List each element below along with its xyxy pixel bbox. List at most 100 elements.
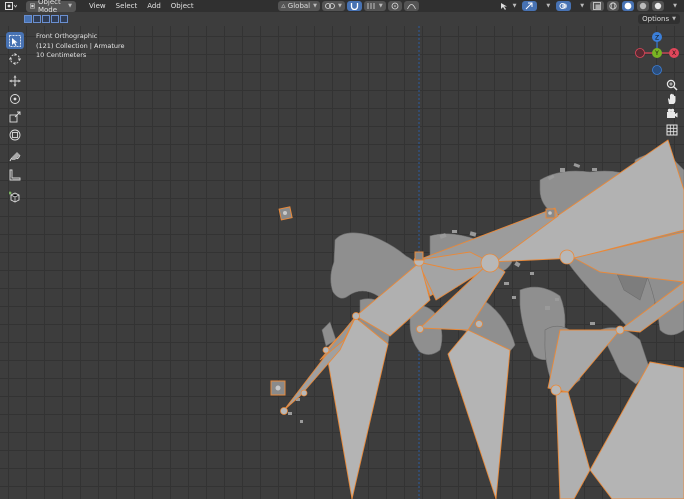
options-dropdown[interactable]: Options ▼ (638, 14, 680, 24)
overlays-icon (559, 2, 568, 10)
gizmo-toggle[interactable] (522, 1, 538, 11)
select-box-icon (9, 34, 21, 47)
magnet-icon (350, 3, 359, 10)
toolbar (6, 32, 24, 205)
pivot-icon (325, 3, 335, 9)
armature-scene[interactable] (0, 26, 684, 499)
options-label: Options (642, 15, 670, 23)
viewport-display-tools: ▼ ▼ ▼ ▼ (497, 0, 680, 12)
shading-wireframe[interactable] (607, 1, 620, 11)
viewport-info: Front Orthographic (121) Collection | Ar… (36, 32, 125, 61)
add-cube-icon (9, 191, 20, 203)
shading-dropdown[interactable]: ▼ (667, 1, 680, 11)
chevron-down-icon: ▼ (313, 3, 317, 9)
measure-tool[interactable] (6, 166, 24, 183)
zoom-button[interactable] (665, 78, 679, 92)
camera-icon (667, 108, 678, 118)
add-cube-tool[interactable] (6, 188, 24, 205)
wireframe-sphere-icon (609, 2, 617, 10)
overlays-toggle[interactable] (556, 1, 572, 11)
transform-tools: Global ▼ ▼ ▼ (278, 0, 419, 12)
proportional-edit-icon (391, 2, 399, 10)
chevron-down-icon: ▼ (378, 3, 383, 9)
scale-icon (9, 111, 21, 122)
neg-x-axis-bubble (635, 48, 645, 58)
menu-add[interactable]: Add (144, 1, 164, 12)
shading-solid[interactable] (622, 1, 635, 11)
selection-mode-group (24, 15, 68, 23)
shading-rendered[interactable] (652, 1, 665, 11)
toolbar-gap (6, 68, 24, 71)
select-new-button[interactable] (24, 15, 32, 23)
transform-tool[interactable] (6, 126, 24, 143)
viewport-header: Object Mode ▼ View Select Add Object Glo… (0, 0, 684, 14)
cursor-3d-icon (9, 52, 21, 65)
select-invert-button[interactable] (51, 15, 59, 23)
interaction-mode-dropdown[interactable]: Object Mode ▼ (26, 0, 76, 14)
proportional-editing-toggle[interactable] (387, 1, 402, 11)
move-icon (9, 75, 21, 86)
menu-view[interactable]: View (86, 1, 109, 12)
falloff-curve-icon (406, 4, 416, 10)
rotate-tool[interactable] (6, 90, 24, 107)
rendered-sphere-icon (654, 2, 662, 10)
pan-button[interactable] (665, 92, 679, 106)
object-mode-icon (30, 3, 35, 9)
pivot-point-dropdown[interactable]: ▼ (322, 1, 345, 11)
editor-type-button[interactable] (2, 1, 20, 12)
menu-select[interactable]: Select (113, 1, 141, 12)
zoom-magnifier-icon (666, 79, 678, 91)
active-collection: (121) Collection | Armature (36, 41, 125, 50)
orthographic-grid-icon (666, 124, 678, 136)
move-tool[interactable] (6, 72, 24, 89)
cursor-tool[interactable] (6, 50, 24, 67)
view-name: Front Orthographic (36, 32, 98, 40)
solid-sphere-icon (624, 2, 632, 10)
chevron-down-icon: ▼ (546, 3, 551, 9)
3d-viewport[interactable]: Front Orthographic (121) Collection | Ar… (0, 26, 684, 499)
x-axis-label: X (672, 50, 676, 57)
selectability-visibility-dropdown[interactable]: ▼ (497, 1, 520, 11)
tool-settings-bar: Options ▼ (0, 12, 684, 26)
chevron-down-icon: ▼ (672, 16, 676, 22)
annotate-tool[interactable] (6, 148, 24, 165)
navigation-gizmo[interactable]: Z Y X (634, 30, 680, 78)
proportional-falloff-dropdown[interactable] (403, 1, 419, 11)
ruler-icon (9, 169, 21, 180)
shading-material[interactable] (637, 1, 650, 11)
overlays-dropdown[interactable]: ▼ (574, 1, 587, 11)
rotate-icon (10, 93, 20, 104)
chevron-down-icon: ▼ (68, 3, 72, 9)
transform-icon (9, 129, 21, 140)
orientation-label: Global (287, 2, 311, 10)
select-extend-button[interactable] (33, 15, 41, 23)
camera-view-button[interactable] (665, 107, 679, 121)
z-axis-label: Z (655, 34, 659, 41)
grid-scale: 10 Centimeters (36, 51, 87, 59)
xray-icon (593, 2, 602, 10)
snap-toggle[interactable] (346, 1, 362, 11)
snap-increment-icon (367, 3, 375, 9)
cursor-visibility-icon (500, 3, 507, 10)
select-subtract-button[interactable] (42, 15, 50, 23)
y-axis-label: Y (654, 50, 659, 57)
snap-target-dropdown[interactable]: ▼ (363, 1, 386, 11)
select-intersect-button[interactable] (60, 15, 68, 23)
orientation-icon (281, 3, 286, 8)
select-box-tool[interactable] (6, 32, 24, 49)
editor-type-icon (5, 2, 17, 10)
annotate-pencil-icon (9, 151, 21, 161)
toolbar-gap (6, 184, 24, 187)
material-sphere-icon (639, 2, 647, 10)
chevron-down-icon: ▼ (673, 3, 677, 9)
gizmo-dropdown[interactable]: ▼ (540, 1, 553, 11)
xray-toggle[interactable] (590, 1, 605, 11)
hand-icon (668, 93, 676, 104)
scale-tool[interactable] (6, 108, 24, 125)
chevron-down-icon: ▼ (580, 3, 585, 9)
chevron-down-icon: ▼ (338, 3, 342, 9)
perspective-toggle-button[interactable] (665, 123, 679, 137)
menu-object[interactable]: Object (168, 1, 197, 12)
transform-orientation-dropdown[interactable]: Global ▼ (278, 1, 320, 11)
toolbar-gap (6, 144, 24, 147)
